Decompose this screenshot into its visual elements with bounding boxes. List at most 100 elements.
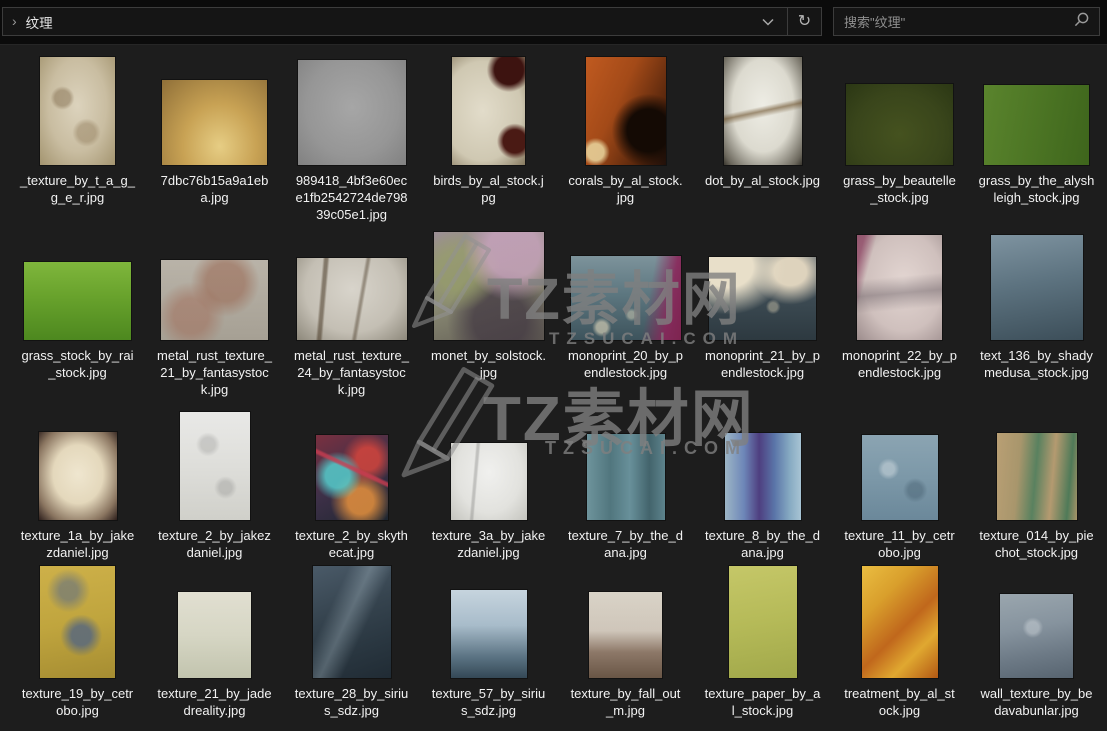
thumbnail-area: [704, 55, 821, 165]
file-thumbnail[interactable]: [452, 57, 525, 165]
file-name: grass_stock_by_rai_stock.jpg: [21, 348, 134, 380]
thumbnail-area: [293, 55, 410, 165]
file-item[interactable]: texture_3a_by_jakezdaniel.jpg: [430, 410, 547, 561]
thumbnail-area: [430, 55, 547, 165]
file-thumbnail[interactable]: [857, 235, 942, 340]
file-thumbnail[interactable]: [179, 412, 250, 520]
file-item[interactable]: texture_1a_by_jakezdaniel.jpg: [19, 410, 136, 561]
file-item[interactable]: text_136_by_shadymedusa_stock.jpg: [978, 230, 1095, 398]
grid-row: texture_1a_by_jakezdaniel.jpg texture_2_b…: [19, 410, 1095, 561]
file-thumbnail[interactable]: [178, 592, 251, 678]
file-thumbnail[interactable]: [1000, 594, 1073, 678]
thumbnail-area: [841, 55, 958, 165]
file-item[interactable]: metal_rust_texture_24_by_fantasystock.jp…: [293, 230, 410, 398]
file-item[interactable]: texture_11_by_cetrobo.jpg: [841, 410, 958, 561]
file-thumbnail[interactable]: [40, 57, 115, 165]
file-thumbnail[interactable]: [996, 433, 1077, 520]
file-thumbnail[interactable]: [450, 590, 527, 678]
file-item[interactable]: texture_57_by_sirius_sdz.jpg: [430, 565, 547, 719]
file-item[interactable]: monoprint_22_by_pendlestock.jpg: [841, 230, 958, 398]
thumbnail-area: [19, 565, 136, 678]
file-thumbnail[interactable]: [861, 566, 938, 678]
thumbnail-area: [704, 410, 821, 520]
file-item[interactable]: monoprint_21_by_pendlestock.jpg: [704, 230, 821, 398]
file-thumbnail[interactable]: [728, 566, 797, 678]
file-thumbnail[interactable]: [296, 258, 407, 340]
file-name: grass_by_the_alyshleigh_stock.jpg: [978, 173, 1095, 205]
file-name: texture_8_by_the_dana.jpg: [705, 528, 820, 560]
file-item[interactable]: texture_28_by_sirius_sdz.jpg: [293, 565, 410, 719]
address-bar[interactable]: › 纹理 ↻: [2, 7, 822, 36]
file-item[interactable]: monoprint_20_by_pendlestock.jpg: [567, 230, 684, 398]
thumbnail-area: [293, 230, 410, 340]
file-item[interactable]: texture_21_by_jadedreality.jpg: [156, 565, 273, 719]
file-item[interactable]: grass_stock_by_rai_stock.jpg: [19, 230, 136, 398]
thumbnail-area: [156, 565, 273, 678]
file-thumbnail[interactable]: [433, 232, 544, 340]
file-thumbnail[interactable]: [24, 262, 131, 340]
file-thumbnail[interactable]: [297, 60, 406, 165]
file-name: monoprint_20_by_pendlestock.jpg: [568, 348, 683, 380]
file-thumbnail[interactable]: [315, 435, 388, 520]
file-thumbnail[interactable]: [585, 57, 666, 165]
file-thumbnail[interactable]: [161, 260, 268, 340]
file-thumbnail[interactable]: [312, 566, 391, 678]
thumbnail-area: [704, 565, 821, 678]
file-item[interactable]: texture_paper_by_al_stock.jpg: [704, 565, 821, 719]
refresh-button[interactable]: ↻: [788, 8, 821, 35]
file-name: 989418_4bf3e60ece1fb2542724de79839c05e1.…: [295, 173, 408, 222]
file-thumbnail[interactable]: [990, 235, 1083, 340]
breadcrumb-chevron-icon: ›: [12, 12, 17, 29]
file-item[interactable]: treatment_by_al_stock.jpg: [841, 565, 958, 719]
thumbnail-area: [156, 55, 273, 165]
file-item[interactable]: monet_by_solstock.jpg: [430, 230, 547, 398]
file-item[interactable]: texture_2_by_jakezdaniel.jpg: [156, 410, 273, 561]
thumbnail-area: [293, 410, 410, 520]
breadcrumb[interactable]: 纹理: [26, 12, 53, 32]
file-thumbnail[interactable]: [38, 432, 117, 520]
file-item[interactable]: texture_014_by_piechot_stock.jpg: [978, 410, 1095, 561]
file-thumbnail[interactable]: [450, 443, 527, 520]
file-thumbnail[interactable]: [40, 566, 115, 678]
file-item[interactable]: texture_19_by_cetrobo.jpg: [19, 565, 136, 719]
file-name: texture_11_by_cetrobo.jpg: [844, 528, 955, 560]
file-grid: _texture_by_t_a_g_g_e_r.jpg 7dbc76b15a9a1…: [0, 45, 1107, 731]
file-item[interactable]: 7dbc76b15a9a1eba.jpg: [156, 55, 273, 223]
file-item[interactable]: grass_by_the_alyshleigh_stock.jpg: [978, 55, 1095, 223]
file-item[interactable]: texture_7_by_the_dana.jpg: [567, 410, 684, 561]
file-item[interactable]: texture_2_by_skythecat.jpg: [293, 410, 410, 561]
file-thumbnail[interactable]: [723, 57, 802, 165]
file-thumbnail[interactable]: [724, 433, 801, 520]
thumbnail-area: [978, 55, 1095, 165]
file-thumbnail[interactable]: [984, 85, 1089, 165]
file-item[interactable]: dot_by_al_stock.jpg: [704, 55, 821, 223]
toolbar: › 纹理 ↻ 搜索"纹理": [0, 0, 1107, 45]
thumbnail-area: [841, 230, 958, 340]
file-thumbnail[interactable]: [586, 434, 665, 520]
file-item[interactable]: wall_texture_by_bedavabunlar.jpg: [978, 565, 1095, 719]
file-name: monet_by_solstock.jpg: [431, 348, 546, 380]
file-thumbnail[interactable]: [861, 435, 938, 520]
file-item[interactable]: grass_by_beautelle_stock.jpg: [841, 55, 958, 223]
file-item[interactable]: birds_by_al_stock.jpg: [430, 55, 547, 223]
file-item[interactable]: corals_by_al_stock.jpg: [567, 55, 684, 223]
file-name: grass_by_beautelle_stock.jpg: [843, 173, 956, 205]
address-dropdown-button[interactable]: [749, 8, 787, 35]
file-thumbnail[interactable]: [589, 592, 662, 678]
file-thumbnail[interactable]: [709, 257, 816, 340]
file-item[interactable]: 989418_4bf3e60ece1fb2542724de79839c05e1.…: [293, 55, 410, 223]
search-icon[interactable]: [1074, 12, 1089, 32]
thumbnail-area: [567, 55, 684, 165]
search-input[interactable]: 搜索"纹理": [844, 12, 1074, 31]
file-item[interactable]: texture_8_by_the_dana.jpg: [704, 410, 821, 561]
search-box[interactable]: 搜索"纹理": [833, 7, 1100, 36]
file-thumbnail[interactable]: [570, 256, 681, 340]
refresh-icon: ↻: [797, 12, 812, 30]
file-thumbnail[interactable]: [846, 84, 953, 165]
thumbnail-area: [430, 410, 547, 520]
file-item[interactable]: _texture_by_t_a_g_g_e_r.jpg: [19, 55, 136, 223]
file-item[interactable]: texture_by_fall_out_m.jpg: [567, 565, 684, 719]
file-name: texture_014_by_piechot_stock.jpg: [979, 528, 1094, 560]
file-thumbnail[interactable]: [162, 80, 267, 165]
file-item[interactable]: metal_rust_texture_21_by_fantasystock.jp…: [156, 230, 273, 398]
